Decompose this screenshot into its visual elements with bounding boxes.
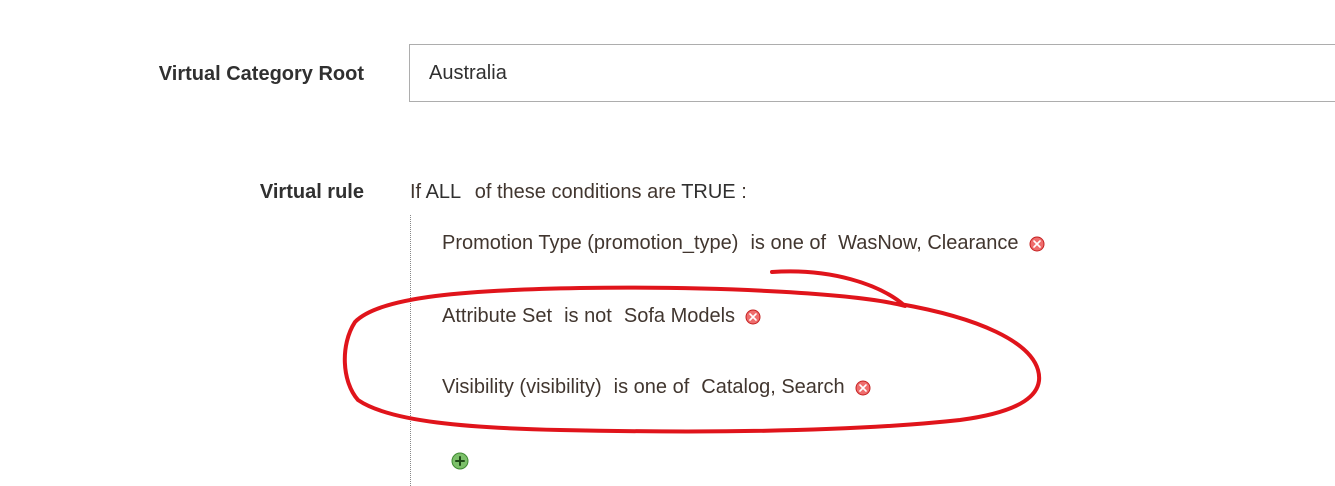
virtual-category-root-label: Virtual Category Root — [158, 63, 364, 85]
remove-condition-icon[interactable] — [745, 309, 761, 325]
condition-attribute[interactable]: Promotion Type (promotion_type) — [442, 232, 738, 255]
condition-attribute[interactable]: Visibility (visibility) — [442, 376, 602, 399]
rule-header-suffix: : — [741, 181, 747, 203]
rule-header-middle: of these conditions are — [474, 181, 676, 203]
condition-value[interactable]: Sofa Models — [624, 305, 735, 328]
remove-condition-icon[interactable] — [855, 380, 871, 396]
condition-value[interactable]: Catalog, Search — [701, 376, 844, 399]
value-selector[interactable]: TRUE — [681, 181, 735, 203]
virtual-rule-label: Virtual rule — [259, 181, 364, 203]
remove-condition-icon[interactable] — [1029, 236, 1045, 252]
condition-row: Attribute Set is not Sofa Models — [442, 305, 761, 328]
virtual-category-root-input[interactable]: Australia — [409, 44, 1335, 102]
rule-header: If ALL of these conditions are TRUE : — [410, 181, 747, 204]
add-condition-icon[interactable] — [451, 452, 469, 470]
rule-header-prefix: If — [410, 181, 422, 203]
aggregator-selector[interactable]: ALL — [426, 181, 462, 203]
condition-operator[interactable]: is one of — [750, 232, 826, 255]
condition-row: Promotion Type (promotion_type) is one o… — [442, 232, 1045, 255]
condition-attribute[interactable]: Attribute Set — [442, 305, 552, 328]
condition-operator[interactable]: is not — [564, 305, 612, 328]
condition-tree-line — [410, 215, 411, 486]
condition-operator[interactable]: is one of — [614, 376, 690, 399]
condition-row: Visibility (visibility) is one of Catalo… — [442, 376, 871, 399]
condition-value[interactable]: WasNow, Clearance — [838, 232, 1018, 255]
